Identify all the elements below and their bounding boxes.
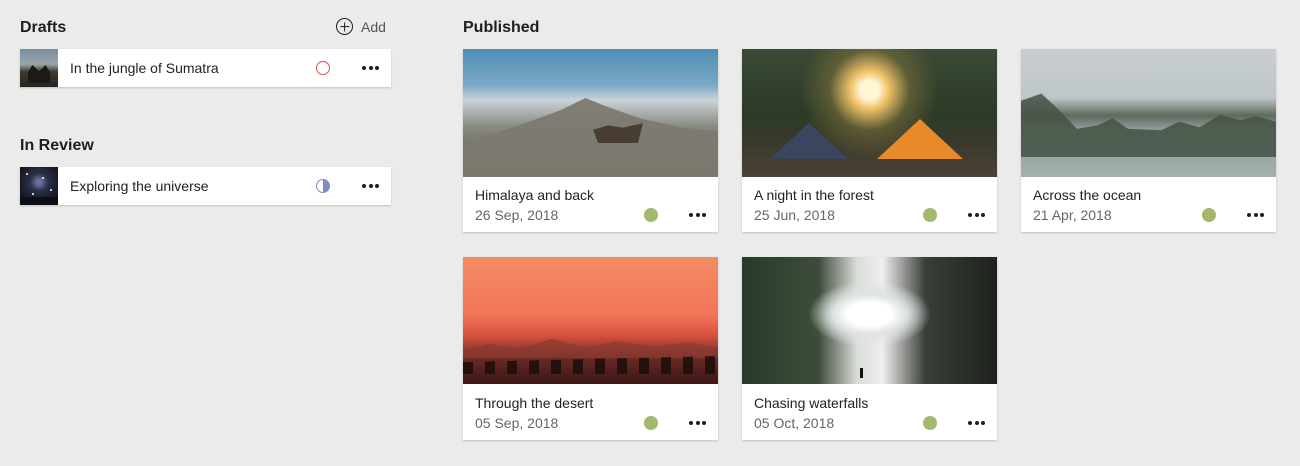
more-horizontal-icon[interactable] <box>689 421 706 425</box>
card-date: 21 Apr, 2018 <box>1033 207 1112 223</box>
circle-outline-icon <box>316 61 330 75</box>
card-image <box>463 49 718 177</box>
more-horizontal-icon[interactable] <box>968 213 985 217</box>
add-label: Add <box>361 18 386 35</box>
filled-circle-icon <box>923 208 937 222</box>
card-image <box>742 257 997 384</box>
card-title: Through the desert <box>475 395 594 411</box>
more-horizontal-icon[interactable] <box>362 184 379 188</box>
draft-thumbnail <box>20 49 58 87</box>
more-horizontal-icon[interactable] <box>1247 213 1264 217</box>
card-image <box>463 257 718 384</box>
more-horizontal-icon[interactable] <box>689 213 706 217</box>
plus-circle-icon <box>336 18 353 35</box>
published-card[interactable]: Across the ocean 21 Apr, 2018 <box>1021 49 1276 232</box>
more-horizontal-icon[interactable] <box>968 421 985 425</box>
card-image <box>1021 49 1276 177</box>
card-title: Chasing waterfalls <box>754 395 869 411</box>
published-card[interactable]: A night in the forest 25 Jun, 2018 <box>742 49 997 232</box>
published-card[interactable]: Chasing waterfalls 05 Oct, 2018 <box>742 257 997 440</box>
card-title: A night in the forest <box>754 187 874 203</box>
draft-item[interactable]: In the jungle of Sumatra <box>20 49 391 87</box>
in-review-heading: In Review <box>20 137 94 154</box>
card-title: Across the ocean <box>1033 187 1142 203</box>
filled-circle-icon <box>644 416 658 430</box>
review-item[interactable]: Exploring the universe <box>20 167 391 205</box>
more-horizontal-icon[interactable] <box>362 66 379 70</box>
filled-circle-icon <box>644 208 658 222</box>
published-heading: Published <box>463 19 540 36</box>
card-title: Himalaya and back <box>475 187 595 203</box>
published-card[interactable]: Himalaya and back 26 Sep, 2018 <box>463 49 718 232</box>
filled-circle-icon <box>923 416 937 430</box>
card-date: 05 Sep, 2018 <box>475 415 559 431</box>
half-circle-icon <box>316 179 330 193</box>
filled-circle-icon <box>1202 208 1216 222</box>
card-image <box>742 49 997 177</box>
review-thumbnail <box>20 167 58 205</box>
card-date: 05 Oct, 2018 <box>754 415 835 431</box>
card-date: 25 Jun, 2018 <box>754 207 835 223</box>
draft-title: In the jungle of Sumatra <box>70 60 219 76</box>
review-title: Exploring the universe <box>70 178 209 194</box>
add-draft-button[interactable]: Add <box>336 18 386 35</box>
drafts-heading: Drafts <box>20 19 67 36</box>
published-card[interactable]: Through the desert 05 Sep, 2018 <box>463 257 718 440</box>
card-date: 26 Sep, 2018 <box>475 207 559 223</box>
